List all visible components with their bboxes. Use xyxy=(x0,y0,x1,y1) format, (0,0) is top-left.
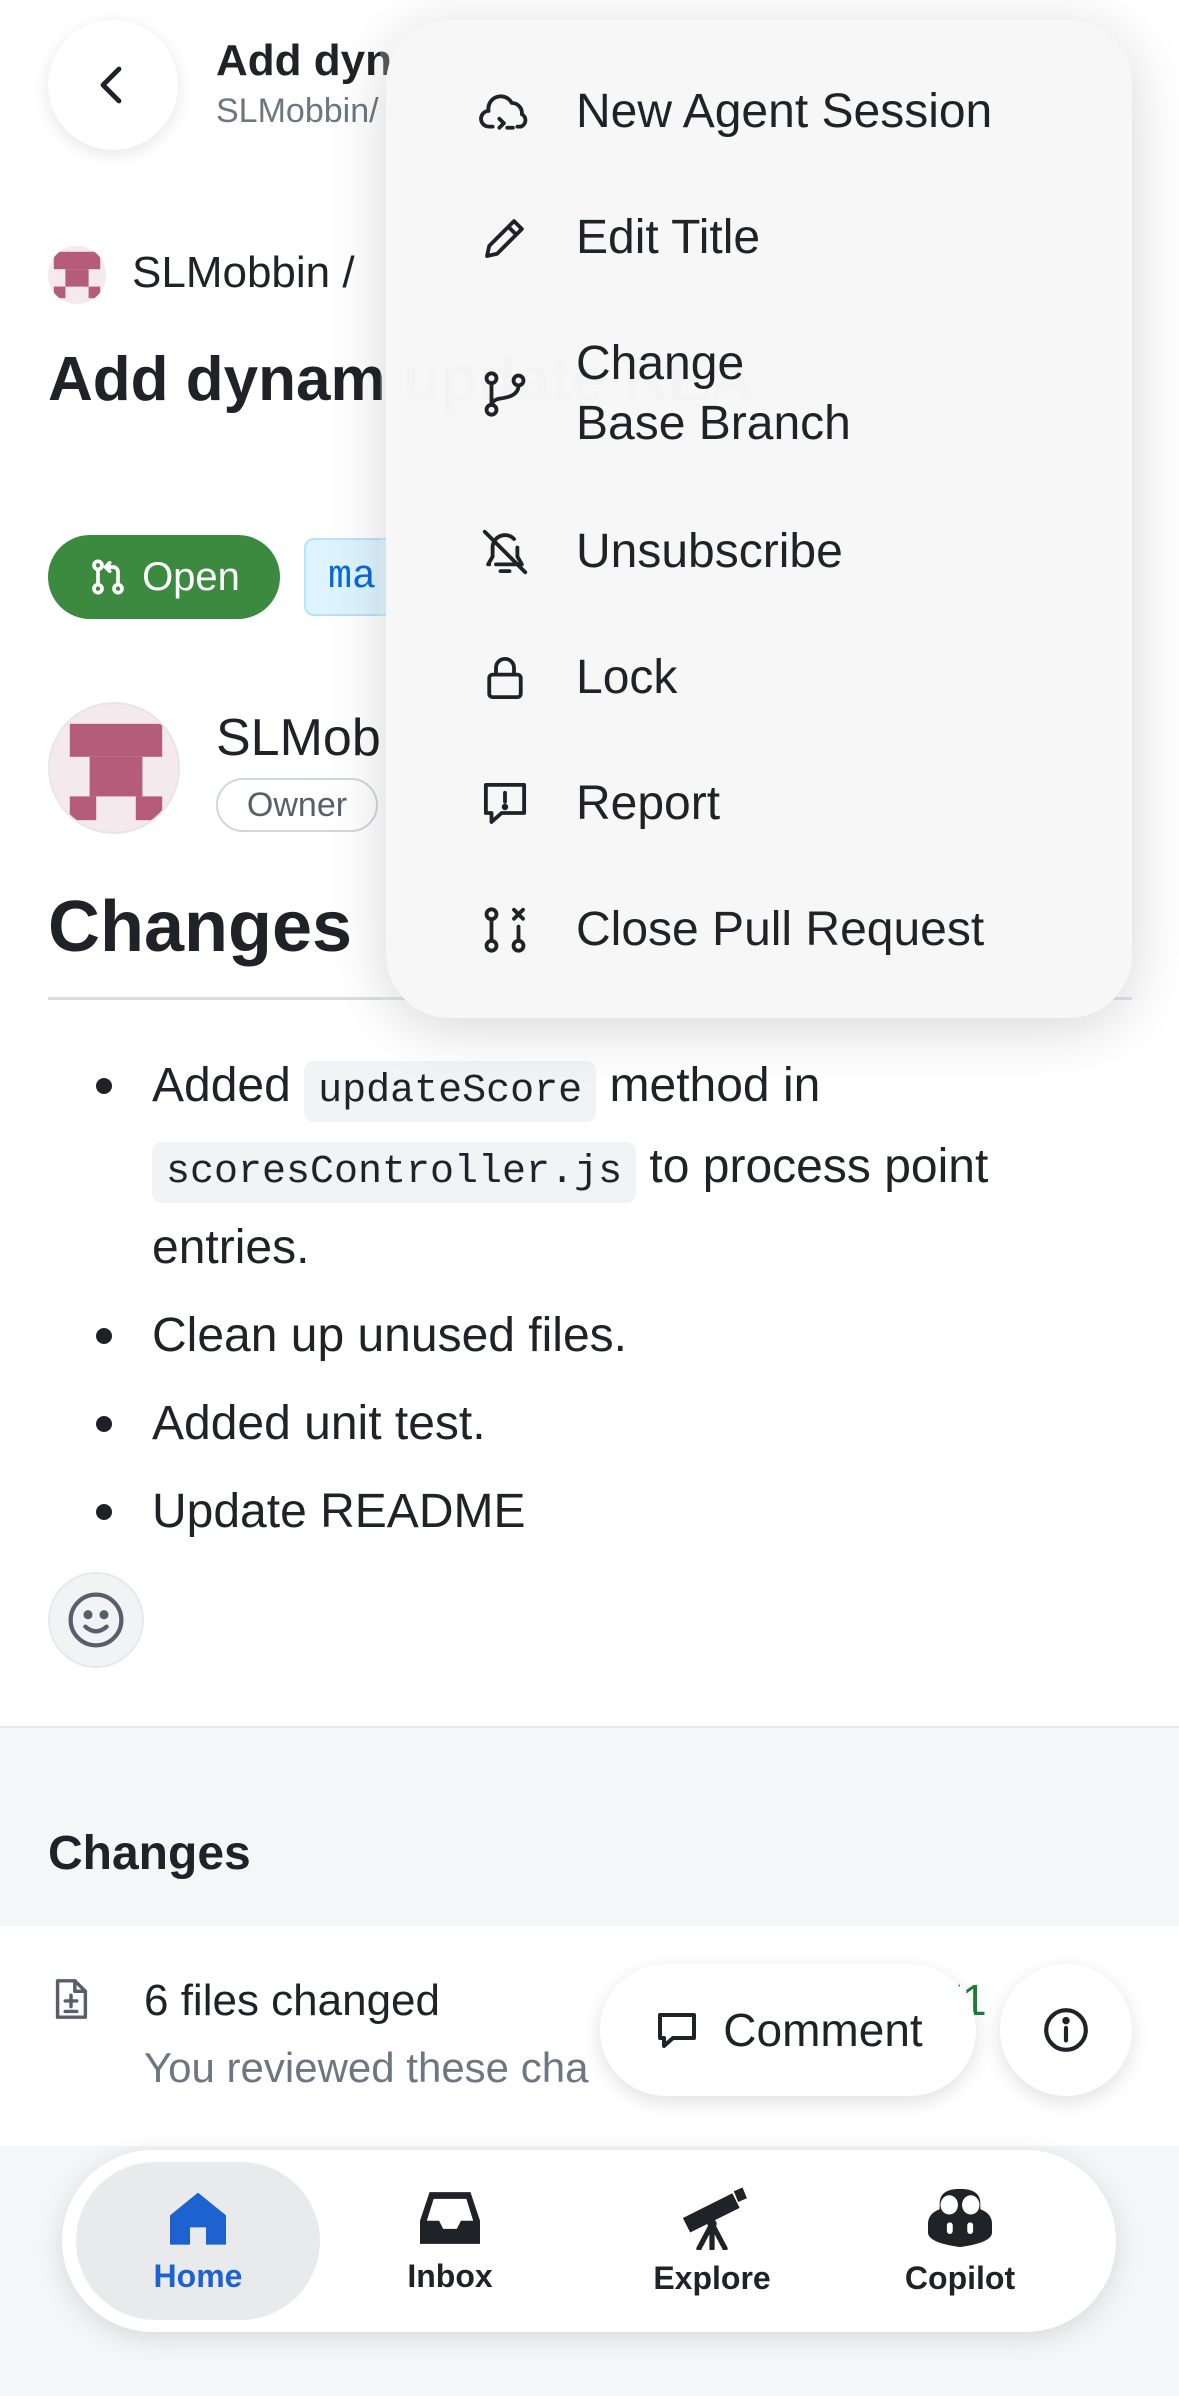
chevron-left-icon xyxy=(100,66,122,104)
git-branch-icon xyxy=(478,367,532,421)
bottom-tab-bar: Home Inbox Explore Copilot xyxy=(62,2150,1116,2332)
file-diff-icon xyxy=(48,1976,94,2022)
back-button[interactable] xyxy=(48,20,178,150)
home-icon xyxy=(170,2192,226,2245)
menu-item-new-agent-session[interactable]: New Agent Session xyxy=(386,76,1132,148)
changes-section-title: Changes xyxy=(48,1827,251,1880)
menu-item-label: Edit Title xyxy=(576,211,761,264)
repo-owner-avatar[interactable] xyxy=(48,246,106,304)
files-changed-subtitle: You reviewed these cha xyxy=(144,2044,589,2091)
smiley-icon xyxy=(68,1592,124,1648)
menu-item-lock[interactable]: Lock xyxy=(386,642,1132,714)
repo-breadcrumb[interactable]: SLMobbin / xyxy=(132,248,355,298)
cloud-agent-icon xyxy=(478,85,532,139)
tab-home[interactable]: Home xyxy=(76,2162,320,2320)
comment-button[interactable]: Comment xyxy=(600,1964,976,2096)
menu-item-unsubscribe[interactable]: Unsubscribe xyxy=(386,516,1132,588)
menu-item-label: Close Pull Request xyxy=(576,903,985,956)
info-button[interactable] xyxy=(1000,1964,1132,2096)
pencil-icon xyxy=(478,211,532,265)
menu-item-label: Lock xyxy=(576,651,678,704)
info-icon xyxy=(1044,2008,1088,2052)
menu-item-close-pull-request[interactable]: Close Pull Request xyxy=(386,894,1132,966)
tab-inbox[interactable]: Inbox xyxy=(328,2162,572,2320)
header-subtitle: SLMobbin/ xyxy=(216,92,379,130)
files-changed-title: 6 files changed xyxy=(144,1976,440,2025)
menu-item-label: Report xyxy=(576,777,721,830)
list-item: Added updateScore method in scoresContro… xyxy=(48,1048,1138,1285)
menu-item-edit-title[interactable]: Edit Title xyxy=(386,202,1132,274)
owner-badge: Owner xyxy=(216,778,378,832)
tab-copilot[interactable]: Copilot xyxy=(838,2162,1082,2320)
inline-code: updateScore xyxy=(304,1061,597,1122)
list-item: Added unit test. xyxy=(48,1386,1138,1461)
status-label: Open xyxy=(142,554,240,599)
bell-slash-icon xyxy=(478,525,532,579)
tab-explore[interactable]: Explore xyxy=(590,2162,834,2320)
comment-icon xyxy=(658,2013,697,2048)
body-heading: Changes xyxy=(48,887,353,967)
copilot-icon xyxy=(928,2188,992,2247)
list-item: Update README xyxy=(48,1474,1138,1549)
git-pull-request-icon xyxy=(92,559,124,595)
menu-item-label: Unsubscribe xyxy=(576,525,843,578)
inline-code: scoresController.js xyxy=(152,1142,637,1203)
tab-home-label: Home xyxy=(153,2257,243,2294)
status-badge: Open xyxy=(48,535,280,619)
context-menu: New Agent Session Edit Title Change Base… xyxy=(386,20,1132,1018)
telescope-icon xyxy=(682,2186,747,2250)
header-title: Add dyn xyxy=(216,36,392,85)
list-item: Clean up unused files. xyxy=(48,1298,1138,1373)
author-avatar[interactable] xyxy=(48,702,180,834)
changes-list: Added updateScore method in scoresContro… xyxy=(48,1048,1138,1562)
menu-item-change-base-branch[interactable]: Change Base Branch xyxy=(386,330,1132,458)
tab-inbox-label: Inbox xyxy=(407,2257,493,2294)
comment-button-label: Comment xyxy=(723,2004,923,2056)
add-reaction-button[interactable] xyxy=(48,1572,144,1668)
menu-item-label: New Agent Session xyxy=(576,85,993,138)
tab-explore-label: Explore xyxy=(653,2259,771,2296)
git-pull-request-closed-icon xyxy=(478,903,532,957)
author-name[interactable]: SLMob xyxy=(216,708,381,768)
lock-icon xyxy=(478,651,532,705)
report-icon xyxy=(478,777,532,831)
tab-copilot-label: Copilot xyxy=(904,2259,1016,2296)
menu-item-label: Change Base Branch xyxy=(576,337,851,450)
menu-item-report[interactable]: Report xyxy=(386,768,1132,840)
inbox-icon xyxy=(420,2191,480,2244)
